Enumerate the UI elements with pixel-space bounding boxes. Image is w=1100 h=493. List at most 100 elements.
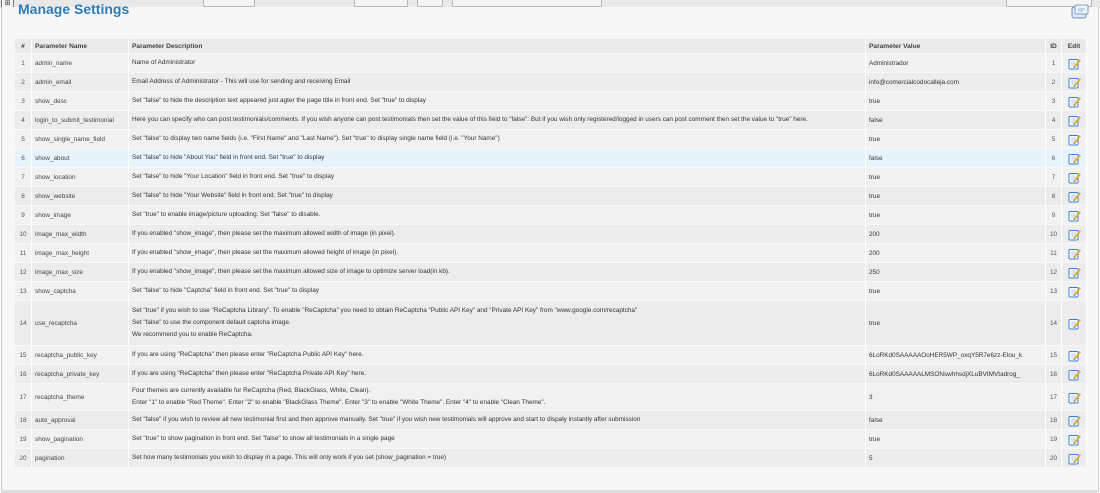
edit-cell[interactable] [1062, 206, 1087, 224]
edit-icon[interactable] [1068, 114, 1081, 127]
edit-icon[interactable] [1068, 76, 1081, 89]
edit-cell[interactable] [1062, 244, 1087, 262]
parameter-name[interactable]: show_website [32, 187, 129, 205]
settings-table-wrapper: # Parameter Name Parameter Description P… [15, 38, 1087, 468]
edit-icon[interactable] [1068, 209, 1081, 222]
table-row[interactable]: 4 login_to_submit_testimonial Here you can… [15, 111, 1087, 129]
edit-cell[interactable] [1062, 365, 1087, 383]
header-id[interactable]: ID [1046, 39, 1062, 53]
edit-icon[interactable] [1068, 228, 1081, 241]
toolbar-field-4[interactable] [452, 0, 602, 7]
table-row[interactable]: 20 pagination Set how many testimonials yo… [15, 449, 1087, 467]
edit-icon[interactable] [1068, 266, 1081, 279]
edit-cell[interactable] [1062, 263, 1087, 281]
edit-cell[interactable] [1062, 54, 1087, 72]
table-row[interactable]: 15 recaptcha_public_key If you are using "… [15, 346, 1087, 364]
edit-icon[interactable] [1068, 368, 1081, 381]
parameter-name[interactable]: pagination [32, 449, 129, 467]
parameter-name[interactable]: admin_email [32, 73, 129, 91]
parameter-name[interactable]: recaptcha_private_key [32, 365, 129, 383]
toolbar-field-3[interactable] [417, 0, 443, 7]
parameter-name[interactable]: use_recaptcha [32, 301, 129, 345]
table-row[interactable]: 8 show_website Set "false" to hide "Your W… [15, 187, 1087, 205]
edit-icon[interactable] [1068, 57, 1081, 70]
edit-icon[interactable] [1068, 133, 1081, 146]
edit-cell[interactable] [1062, 449, 1087, 467]
toolbar-field-2[interactable] [354, 0, 408, 7]
parameter-name[interactable]: show_captcha [32, 282, 129, 300]
parameter-name[interactable]: login_to_submit_testimonial [32, 111, 129, 129]
table-row[interactable]: 19 show_pagination Set "true" to show pagi… [15, 430, 1087, 448]
table-row[interactable]: 13 show_captcha Set "false" to hide "Captc… [15, 282, 1087, 300]
edit-icon[interactable] [1068, 152, 1081, 165]
description-line: If you enabled "show_image", then please… [132, 249, 398, 256]
table-row[interactable]: 2 admin_email Email Address of Administrat… [15, 73, 1087, 91]
edit-cell[interactable] [1062, 301, 1087, 345]
parameter-name[interactable]: show_about [32, 149, 129, 167]
edit-cell[interactable] [1062, 111, 1087, 129]
edit-cell[interactable] [1062, 346, 1087, 364]
description-line: Set "false" to hide "Your Location" fiel… [132, 173, 335, 180]
description-line: We recommend you to enable ReCaptcha. [132, 331, 253, 338]
parameter-name[interactable]: show_image [32, 206, 129, 224]
table-row[interactable]: 17 recaptcha_theme Four themes are current… [15, 384, 1087, 410]
header-parameter-name[interactable]: Parameter Name [32, 39, 129, 53]
edit-cell[interactable] [1062, 149, 1087, 167]
edit-icon[interactable] [1068, 171, 1081, 184]
parameter-name[interactable]: show_desc [32, 92, 129, 110]
edit-icon[interactable] [1068, 190, 1081, 203]
parameter-description: Set how many testimonials you wish to di… [129, 449, 866, 467]
toolbar-field-1[interactable] [203, 0, 255, 7]
parameter-name[interactable]: show_single_name_field [32, 130, 129, 148]
table-row[interactable]: 6 show_about Set "false" to hide "About Yo… [15, 149, 1087, 167]
edit-icon[interactable] [1068, 285, 1081, 298]
header-parameter-value[interactable]: Parameter Value [866, 39, 1046, 53]
parameter-name[interactable]: show_pagination [32, 430, 129, 448]
edit-cell[interactable] [1062, 168, 1087, 186]
parameter-name[interactable]: recaptcha_theme [32, 384, 129, 410]
edit-icon[interactable] [1068, 414, 1081, 427]
parameter-name[interactable]: auto_approval [32, 411, 129, 429]
edit-cell[interactable] [1062, 73, 1087, 91]
table-row[interactable]: 5 show_single_name_field Set "false" to di… [15, 130, 1087, 148]
edit-cell[interactable] [1062, 282, 1087, 300]
edit-cell[interactable] [1062, 130, 1087, 148]
table-row[interactable]: 14 use_recaptcha Set "true" if you wish to… [15, 301, 1087, 345]
header-parameter-description[interactable]: Parameter Description [129, 39, 866, 53]
edit-icon[interactable] [1068, 391, 1081, 404]
table-row[interactable]: 1 admin_name Name of Administrator Administ… [15, 54, 1087, 72]
parameter-name[interactable]: image_max_size [32, 263, 129, 281]
table-row[interactable]: 11 image_max_height If you enabled "show_i… [15, 244, 1087, 262]
parameter-name[interactable]: image_max_width [32, 225, 129, 243]
table-row[interactable]: 9 show_image Set "true" to enable image/pi… [15, 206, 1087, 224]
edit-cell[interactable] [1062, 92, 1087, 110]
table-row[interactable]: 12 image_max_size If you enabled "show_ima… [15, 263, 1087, 281]
table-row[interactable]: 3 show_desc Set "false" to hide the descri… [15, 92, 1087, 110]
edit-icon[interactable] [1068, 247, 1081, 260]
settings-panel: Manage Settings # Parameter Name Paramet… [1, 1, 1099, 492]
edit-cell[interactable] [1062, 411, 1087, 429]
edit-icon[interactable] [1068, 452, 1081, 465]
parameter-value: true [866, 130, 1046, 148]
parameter-description: If you are using "ReCaptcha" then please… [129, 346, 866, 364]
parameter-name[interactable]: show_location [32, 168, 129, 186]
table-row[interactable]: 10 image_max_width If you enabled "show_im… [15, 225, 1087, 243]
edit-icon[interactable] [1068, 95, 1081, 108]
description-line: Set "true" to show pagination in front e… [132, 435, 395, 442]
edit-icon[interactable] [1068, 349, 1081, 362]
edit-icon[interactable] [1068, 317, 1081, 330]
parameter-id: 18 [1046, 411, 1062, 429]
edit-cell[interactable] [1062, 225, 1087, 243]
edit-icon[interactable] [1068, 433, 1081, 446]
parameter-description: Email Address of Administrator - This wi… [129, 73, 866, 91]
table-row[interactable]: 7 show_location Set "false" to hide "Your … [15, 168, 1087, 186]
parameter-name[interactable]: admin_name [32, 54, 129, 72]
table-row[interactable]: 16 recaptcha_private_key If you are using … [15, 365, 1087, 383]
edit-cell[interactable] [1062, 430, 1087, 448]
parameter-name[interactable]: recaptcha_public_key [32, 346, 129, 364]
edit-cell[interactable] [1062, 187, 1087, 205]
edit-cell[interactable] [1062, 384, 1087, 410]
table-row[interactable]: 18 auto_approval Set "false" if you wish t… [15, 411, 1087, 429]
parameter-value: false [866, 149, 1046, 167]
parameter-name[interactable]: image_max_height [32, 244, 129, 262]
